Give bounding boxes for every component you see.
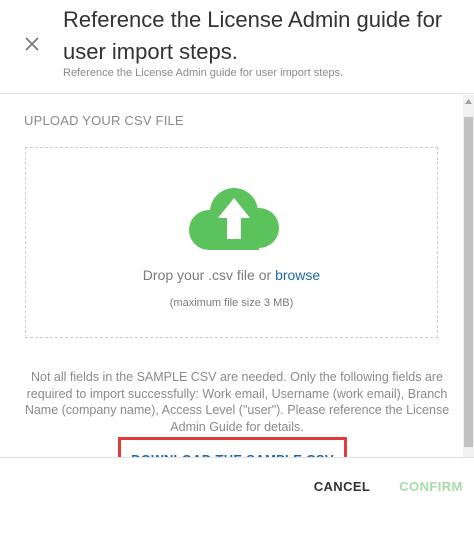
close-icon[interactable]	[20, 32, 44, 56]
browse-link[interactable]: browse	[275, 267, 320, 283]
confirm-button[interactable]: CONFIRM	[392, 475, 470, 497]
dialog-footer: CANCEL CONFIRM	[0, 457, 474, 535]
dialog-body: UPLOAD YOUR CSV FILE Drop your .csv file…	[0, 95, 474, 457]
csv-dropzone[interactable]: Drop your .csv file or browse (maximum f…	[25, 147, 438, 338]
drop-instructions: Drop your .csv file or browse	[26, 267, 437, 283]
cancel-button[interactable]: CANCEL	[305, 475, 379, 497]
dialog-subtitle: Reference the License Admin guide for us…	[63, 67, 344, 79]
download-sample-csv-link[interactable]: DOWNLOAD THE SAMPLE CSV	[121, 440, 344, 458]
scrollbar[interactable]	[463, 95, 474, 457]
cloud-upload-icon	[189, 188, 279, 250]
upload-section-label: UPLOAD YOUR CSV FILE	[24, 113, 184, 128]
drop-text: Drop your .csv file or	[142, 267, 272, 283]
required-fields-info: Not all fields in the SAMPLE CSV are nee…	[24, 370, 450, 434]
dialog-title: Reference the License Admin guide for us…	[63, 7, 443, 64]
download-highlight-box: DOWNLOAD THE SAMPLE CSV	[118, 437, 347, 457]
dialog-header: Reference the License Admin guide for us…	[0, 0, 474, 94]
scroll-up-arrow-icon[interactable]	[463, 95, 474, 109]
max-file-size-note: (maximum file size 3 MB)	[169, 297, 294, 309]
scrollbar-thumb[interactable]	[464, 117, 473, 447]
close-button[interactable]	[20, 32, 44, 56]
